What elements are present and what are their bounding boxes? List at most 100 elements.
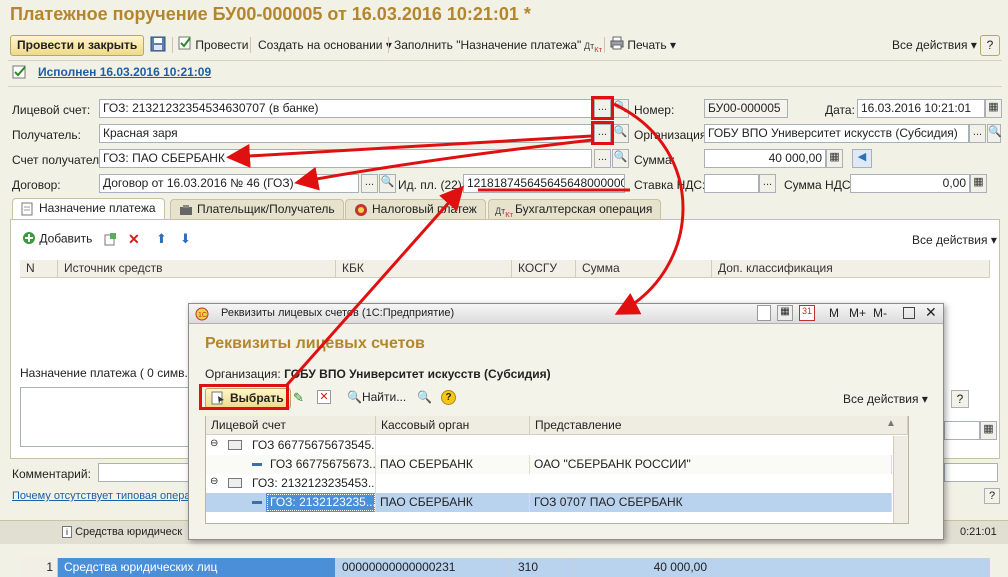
sum-label: Сумма:: [634, 153, 676, 167]
account-label: Лицевой счет:: [12, 103, 91, 117]
chevron-down-icon: ▾: [921, 392, 928, 406]
table-all-actions-menu[interactable]: Все действия ▾: [912, 233, 997, 247]
table-cell: ГОЗ: 2132123235...: [266, 493, 376, 512]
recipient-account-select-button[interactable]: ...: [594, 149, 611, 168]
post-and-close-button[interactable]: Провести и закрыть: [10, 35, 145, 56]
calendar-icon[interactable]: ▦: [980, 421, 997, 440]
memory-button[interactable]: M: [829, 306, 839, 320]
table-row[interactable]: ⊖ ГОЗ: 2132123235453...: [206, 474, 892, 493]
org-search-icon[interactable]: 🔍: [987, 124, 1002, 143]
vat-sum-field[interactable]: 0,00: [850, 174, 970, 193]
number-field[interactable]: БУ00-000005: [704, 99, 788, 118]
tab-tax-payment[interactable]: Налоговый платеж: [345, 199, 486, 220]
collapse-icon[interactable]: ⊖: [210, 476, 218, 487]
copy-row-icon[interactable]: [104, 232, 118, 249]
add-row-button[interactable]: Добавить: [22, 231, 92, 248]
memory-plus-button[interactable]: M+: [849, 306, 866, 320]
window-title: Платежное поручение БУ00-000005 от 16.03…: [10, 4, 531, 24]
calculator-icon[interactable]: ▦: [777, 305, 793, 321]
recipient-account-field[interactable]: ГОЗ: ПАО СБЕРБАНК: [99, 149, 592, 168]
table-cell: ПАО СБЕРБАНК: [376, 455, 530, 474]
recipient-label: Получатель:: [12, 128, 81, 142]
save-icon[interactable]: [150, 36, 168, 54]
contract-field[interactable]: Договор от 16.03.2016 № 46 (ГОЗ): [99, 174, 359, 193]
document-icon[interactable]: [757, 305, 771, 321]
calculator-icon[interactable]: ▦: [826, 149, 843, 168]
column-header[interactable]: Кассовый орган: [376, 416, 530, 435]
contract-search-icon[interactable]: 🔍: [379, 174, 396, 193]
idpl-field[interactable]: 12181874564564564800000000: [463, 174, 625, 193]
edit-icon[interactable]: ✎: [293, 390, 304, 406]
create-based-on-menu[interactable]: Создать на основании ▾: [258, 36, 392, 54]
column-header[interactable]: Представление: [530, 416, 908, 435]
search-icon: 🔍: [347, 390, 362, 404]
table-row-selected[interactable]: ГОЗ: 2132123235... ПАО СБЕРБАНК ГОЗ 0707…: [206, 493, 892, 512]
scrollbar[interactable]: [893, 436, 908, 523]
tab-payer-recipient[interactable]: Плательщик/Получатель: [170, 199, 344, 220]
svg-text:1С: 1С: [198, 312, 207, 319]
find-button[interactable]: 🔍Найти...: [347, 390, 406, 404]
help-icon[interactable]: ?: [441, 390, 456, 405]
table-row[interactable]: ⊖ ГОЗ 66775675673545...: [206, 436, 892, 455]
vat-rate-select-button[interactable]: ...: [759, 174, 776, 193]
table-row[interactable]: ГОЗ 66775675673... ПАО СБЕРБАНК ОАО "СБЕ…: [206, 455, 892, 474]
column-header[interactable]: КБК: [336, 260, 512, 278]
cancel-search-icon[interactable]: 🔍: [417, 390, 432, 404]
help-button[interactable]: ?: [984, 488, 1000, 504]
calendar-icon[interactable]: ▦: [985, 99, 1002, 118]
taskbar-item[interactable]: i Средства юридическ: [62, 526, 182, 538]
collapse-icon[interactable]: ⊖: [210, 438, 218, 449]
tab-purpose[interactable]: Назначение платежа: [12, 198, 165, 221]
move-down-icon[interactable]: ⬇: [180, 231, 191, 247]
sort-icon[interactable]: ▲: [886, 418, 896, 429]
why-no-operation-link[interactable]: Почему отсутствует типовая опера: [12, 490, 190, 502]
post-button[interactable]: Провести: [178, 36, 248, 54]
sum-field[interactable]: 40 000,00: [704, 149, 826, 168]
org-select-button[interactable]: ...: [969, 124, 986, 143]
status-link[interactable]: Исполнен 16.03.2016 10:21:09: [38, 65, 211, 79]
delete-icon[interactable]: ✕: [317, 390, 331, 404]
column-header[interactable]: Сумма: [576, 260, 712, 278]
calculator-icon[interactable]: ▦: [970, 174, 987, 193]
memory-minus-button[interactable]: M-: [873, 306, 887, 320]
column-header[interactable]: Лицевой счет: [206, 416, 376, 435]
tab-accounting-operation[interactable]: ДтКт Бухгалтерская операция: [488, 199, 662, 220]
fill-purpose-button[interactable]: Заполнить "Назначение платежа": [394, 36, 581, 54]
arrow-left-icon[interactable]: ◀: [852, 149, 872, 168]
contract-select-button[interactable]: ...: [361, 174, 378, 193]
date-field[interactable]: 16.03.2016 10:21:01: [857, 99, 985, 118]
account-field[interactable]: ГОЗ: 21321232354534630707 (в банке): [99, 99, 592, 118]
calendar-icon[interactable]: 31: [799, 305, 815, 321]
table-cell: 00000000000000231: [336, 558, 512, 577]
item-icon: [252, 463, 262, 466]
table-row[interactable]: 1 Средства юридических лиц 0000000000000…: [20, 279, 990, 577]
help-button[interactable]: ?: [951, 390, 969, 408]
dt-kt-icon[interactable]: ДтКт: [584, 36, 602, 54]
print-menu[interactable]: Печать ▾: [610, 36, 676, 54]
item-icon: [252, 501, 262, 504]
status-icon: [12, 64, 28, 83]
all-actions-menu[interactable]: Все действия ▾: [892, 36, 977, 54]
maximize-icon[interactable]: [903, 307, 915, 319]
purpose-textarea[interactable]: [20, 387, 195, 447]
highlight-box: [591, 121, 614, 145]
help-button[interactable]: ?: [980, 35, 1000, 56]
side-field[interactable]: [944, 421, 980, 440]
move-up-icon[interactable]: ⬆: [156, 231, 167, 247]
recipient-field[interactable]: Красная заря: [99, 124, 592, 143]
close-icon[interactable]: ✕: [925, 304, 937, 321]
recipient-account-search-icon[interactable]: 🔍: [612, 149, 629, 168]
dialog-all-actions-menu[interactable]: Все действия ▾: [843, 392, 928, 406]
comment-field[interactable]: [98, 463, 190, 482]
column-header[interactable]: Доп. классификация: [712, 260, 990, 278]
column-header[interactable]: N: [20, 260, 58, 278]
column-header[interactable]: КОСГУ: [512, 260, 576, 278]
column-header[interactable]: Источник средств: [58, 260, 336, 278]
vat-rate-field[interactable]: [704, 174, 759, 193]
delete-row-icon[interactable]: ✕: [128, 231, 140, 248]
comment-field-end[interactable]: [944, 463, 998, 482]
account-search-icon[interactable]: 🔍: [612, 99, 629, 118]
table-cell: 40 000,00: [576, 558, 712, 577]
recipient-search-icon[interactable]: 🔍: [612, 124, 629, 143]
org-field[interactable]: ГОБУ ВПО Университет искусств (Субсидия): [704, 124, 969, 143]
